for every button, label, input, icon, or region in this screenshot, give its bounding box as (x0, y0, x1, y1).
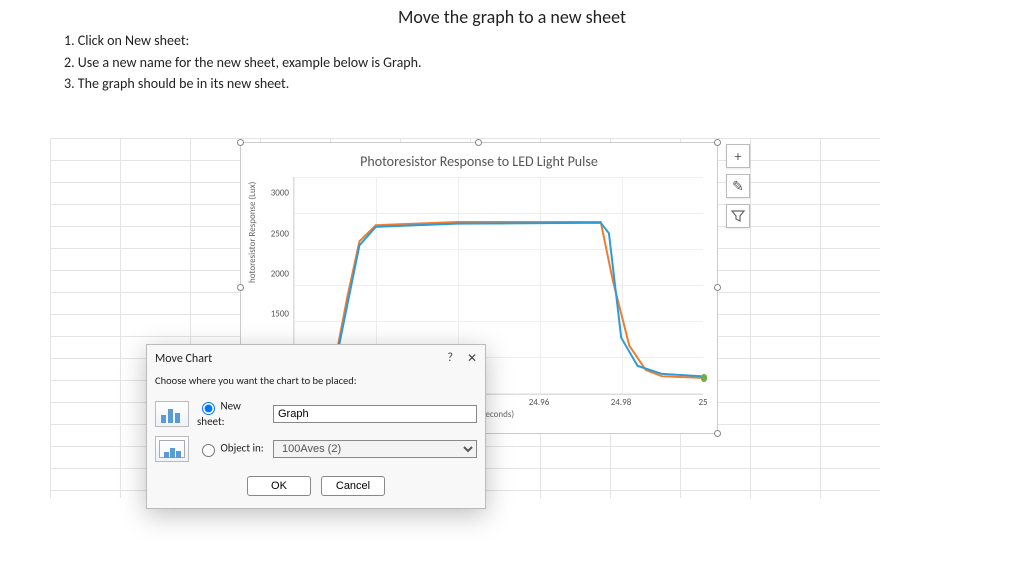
chart-floating-tools: + ✎ (726, 144, 752, 234)
step-1: 1. Click on New sheet: (64, 30, 1024, 52)
step-3: 3. The graph should be in its new sheet. (64, 73, 1024, 95)
dialog-subtitle: Choose where you want the chart to be pl… (147, 372, 485, 395)
chart-styles-button[interactable]: ✎ (726, 174, 750, 198)
resize-handle[interactable] (237, 284, 244, 291)
x-tick: 24.98 (611, 397, 632, 408)
new-sheet-icon (155, 401, 189, 427)
page-title: Move the graph to a new sheet (0, 0, 1024, 30)
dialog-title: Move Chart (155, 352, 212, 366)
move-chart-dialog: Move Chart ? ✕ Choose where you want the… (146, 344, 486, 509)
ok-button[interactable]: OK (247, 476, 311, 496)
resize-handle[interactable] (714, 284, 721, 291)
funnel-icon (731, 209, 745, 223)
resize-handle[interactable] (714, 430, 721, 437)
dialog-close-button[interactable]: ✕ (467, 351, 477, 366)
series-endpoint (701, 374, 707, 380)
y-tick: 1500 (271, 309, 289, 320)
dialog-help-button[interactable]: ? (447, 351, 453, 366)
object-in-icon (155, 436, 189, 462)
resize-handle[interactable] (237, 139, 244, 146)
instruction-list: 1. Click on New sheet: 2. Use a new name… (64, 30, 1024, 95)
object-in-label-text: Object in: (221, 442, 264, 455)
option-object-in-row: Object in: 100Aves (2) (147, 432, 485, 466)
y-tick: 3000 (271, 188, 289, 199)
new-sheet-name-input[interactable] (273, 405, 477, 423)
y-tick: 2500 (271, 228, 289, 239)
cancel-button[interactable]: Cancel (321, 476, 385, 496)
step-2: 2. Use a new name for the new sheet, exa… (64, 52, 1024, 74)
chart-title: Photoresistor Response to LED Light Puls… (241, 143, 717, 174)
new-sheet-radio-label[interactable]: New sheet: (197, 399, 265, 428)
resize-handle[interactable] (714, 139, 721, 146)
new-sheet-radio[interactable] (202, 402, 215, 415)
object-in-radio[interactable] (202, 444, 215, 457)
object-in-select[interactable]: 100Aves (2) (273, 440, 477, 458)
chart-filters-button[interactable] (726, 204, 750, 228)
object-in-radio-label[interactable]: Object in: (197, 441, 265, 457)
option-new-sheet-row: New sheet: (147, 395, 485, 432)
y-tick: 2000 (271, 268, 289, 279)
resize-handle[interactable] (475, 139, 482, 146)
x-tick: 24.96 (529, 397, 550, 408)
x-tick: 25 (698, 397, 707, 408)
chart-elements-button[interactable]: + (726, 144, 750, 168)
